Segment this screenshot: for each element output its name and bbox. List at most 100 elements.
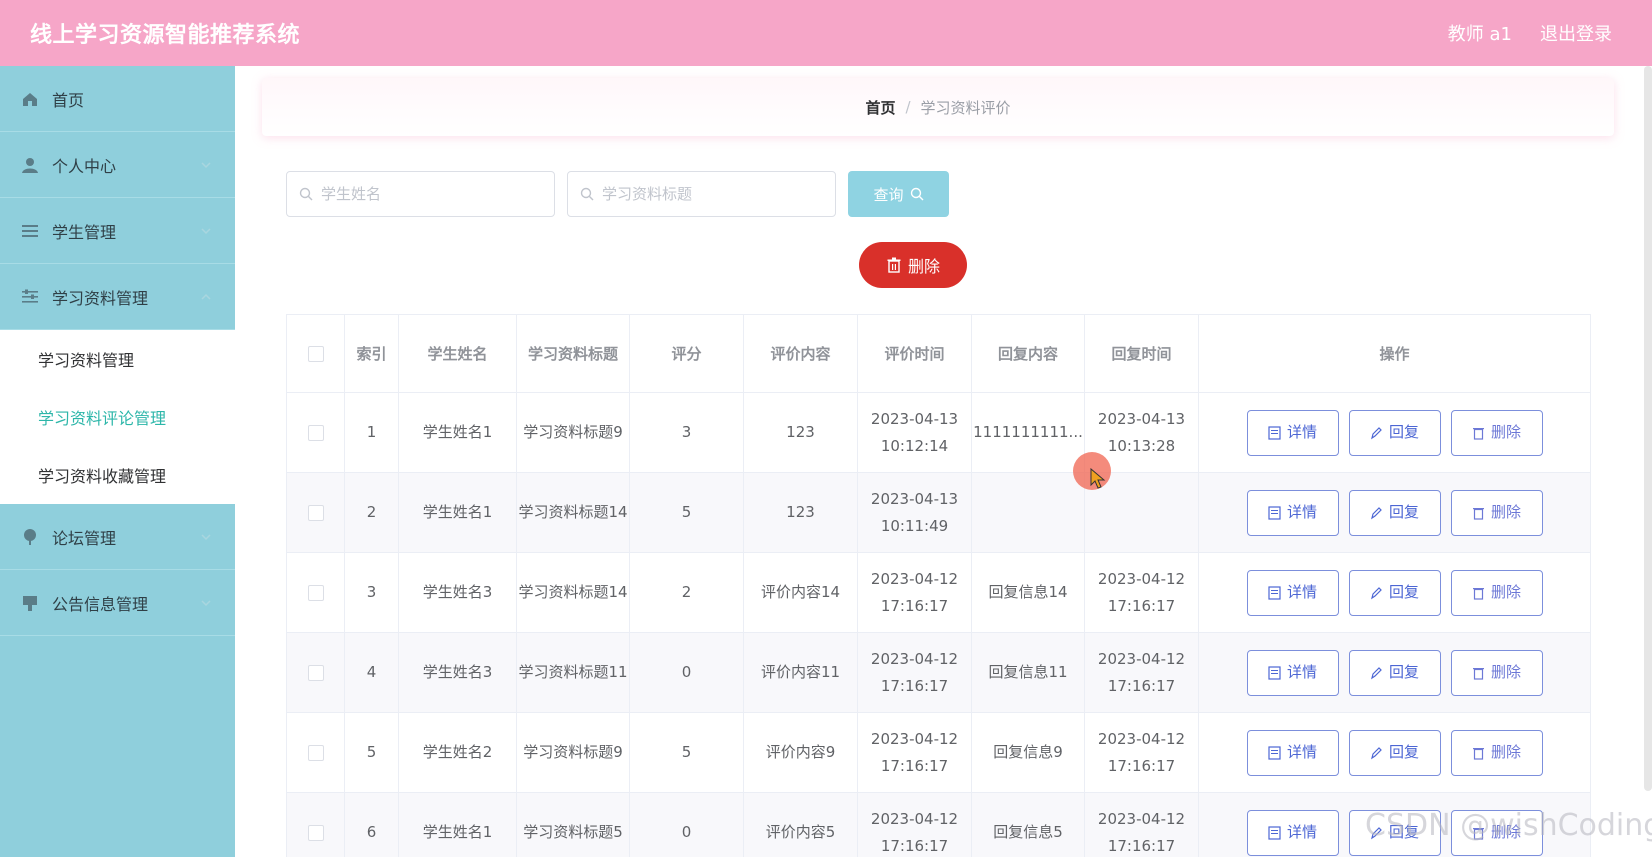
detail-button[interactable]: 详情 xyxy=(1246,649,1339,696)
reply-button[interactable]: 回复 xyxy=(1348,409,1441,456)
sidebar-item-students[interactable]: 学生管理 xyxy=(0,198,235,264)
document-icon xyxy=(1268,745,1281,760)
cell-index: 3 xyxy=(344,552,399,633)
chevron-down-icon xyxy=(201,228,211,235)
sub-item-materials[interactable]: 学习资料管理 xyxy=(0,330,235,388)
reply-button[interactable]: 回复 xyxy=(1348,569,1441,616)
student-name-input[interactable] xyxy=(321,185,541,203)
cell-index: 5 xyxy=(344,712,399,793)
trash-icon xyxy=(1472,507,1484,520)
student-name-search[interactable] xyxy=(286,171,555,217)
sidebar-item-notices[interactable]: 公告信息管理 xyxy=(0,570,235,636)
sub-item-material-comments[interactable]: 学习资料评论管理 xyxy=(0,388,235,446)
reply-label: 回复 xyxy=(1388,583,1419,601)
detail-button[interactable]: 详情 xyxy=(1246,409,1339,456)
cell-reply-time: 2023-04-12 17:16:17 xyxy=(1084,792,1199,857)
column-header: 学习资料标题 xyxy=(516,314,630,393)
select-all-cell[interactable] xyxy=(286,314,345,393)
select-all-checkbox[interactable] xyxy=(307,346,324,362)
cell-score: 5 xyxy=(629,472,744,553)
reply-button[interactable]: 回复 xyxy=(1348,729,1441,776)
table-row: 1 学生姓名1 学习资料标题9 3 123 2023-04-13 10:12:1… xyxy=(286,392,1591,473)
material-title-input[interactable] xyxy=(602,185,822,203)
reply-label: 回复 xyxy=(1388,663,1419,681)
current-user[interactable]: 教师 a1 xyxy=(1448,20,1512,46)
delete-label: 删除 xyxy=(1490,423,1521,441)
row-checkbox[interactable] xyxy=(307,504,324,521)
sidebar-item-materials[interactable]: 学习资料管理 xyxy=(0,264,235,330)
delete-button[interactable]: 删除 xyxy=(1450,569,1543,616)
cell-reply: 回复信息5 xyxy=(971,792,1085,857)
row-checkbox[interactable] xyxy=(307,744,324,761)
sidebar-item-label: 公告信息管理 xyxy=(52,594,149,614)
delete-label: 删除 xyxy=(1490,743,1521,761)
cell-material-title: 学习资料标题14 xyxy=(516,472,630,553)
row-checkbox[interactable] xyxy=(307,424,324,441)
delete-button[interactable]: 删除 xyxy=(1450,729,1543,776)
search-bar: 查询 xyxy=(286,171,949,217)
column-header: 回复内容 xyxy=(971,314,1085,393)
detail-button[interactable]: 详情 xyxy=(1246,569,1339,616)
breadcrumb-current: 学习资料评价 xyxy=(920,98,1011,117)
edit-icon xyxy=(1371,746,1382,759)
page-scrollbar[interactable] xyxy=(1644,66,1652,791)
delete-button[interactable]: 删除 xyxy=(1450,409,1543,456)
material-title-search[interactable] xyxy=(567,171,836,217)
cell-material-title: 学习资料标题5 xyxy=(516,792,630,857)
query-button[interactable]: 查询 xyxy=(848,171,949,217)
detail-label: 详情 xyxy=(1286,583,1317,601)
chevron-down-icon xyxy=(201,600,211,607)
cell-score: 0 xyxy=(629,792,744,857)
cell-student-name: 学生姓名3 xyxy=(398,632,517,713)
cell-index: 6 xyxy=(344,792,399,857)
row-checkbox[interactable] xyxy=(307,824,324,841)
cell-material-title: 学习资料标题9 xyxy=(516,712,630,793)
reply-button[interactable]: 回复 xyxy=(1348,649,1441,696)
chevron-down-icon xyxy=(201,534,211,541)
cell-reply: 回复信息9 xyxy=(971,712,1085,793)
edit-icon xyxy=(1371,666,1382,679)
detail-button[interactable]: 详情 xyxy=(1246,809,1339,856)
cell-reply xyxy=(971,472,1085,553)
detail-button[interactable]: 详情 xyxy=(1246,489,1339,536)
search-icon xyxy=(299,187,313,201)
column-header: 评价时间 xyxy=(857,314,972,393)
delete-button[interactable]: 删除 xyxy=(1450,489,1543,536)
breadcrumb: 首页 / 学习资料评价 xyxy=(262,78,1614,136)
cell-content: 123 xyxy=(743,472,858,553)
trash-icon xyxy=(1472,587,1484,600)
sidebar-item-label: 学习资料管理 xyxy=(52,288,149,308)
cell-reply-time: 2023-04-12 17:16:17 xyxy=(1084,632,1199,713)
delete-button[interactable]: 删除 xyxy=(1450,649,1543,696)
sidebar: 首页 个人中心 学生管理 学习资料管理 学习资料管理 学习资料评论管理 学习资料… xyxy=(0,66,235,857)
table-body: 1 学生姓名1 学习资料标题9 3 123 2023-04-13 10:12:1… xyxy=(286,392,1591,857)
reply-label: 回复 xyxy=(1388,423,1419,441)
cell-material-title: 学习资料标题14 xyxy=(516,552,630,633)
detail-label: 详情 xyxy=(1286,423,1317,441)
cell-student-name: 学生姓名2 xyxy=(398,712,517,793)
breadcrumb-home[interactable]: 首页 xyxy=(865,97,895,118)
row-checkbox[interactable] xyxy=(307,664,324,681)
cell-reply: 回复信息11 xyxy=(971,632,1085,713)
logout-link[interactable]: 退出登录 xyxy=(1540,20,1612,46)
pin-icon xyxy=(20,527,40,547)
sub-item-material-favorites[interactable]: 学习资料收藏管理 xyxy=(0,446,235,504)
sidebar-item-home[interactable]: 首页 xyxy=(0,66,235,132)
column-header: 索引 xyxy=(344,314,399,393)
cell-reply-time: 2023-04-12 17:16:17 xyxy=(1084,712,1199,793)
batch-delete-label: 删除 xyxy=(907,257,940,276)
column-header: 操作 xyxy=(1198,314,1591,393)
edit-icon xyxy=(1371,426,1382,439)
batch-delete-button[interactable]: 删除 xyxy=(859,242,967,288)
reply-button[interactable]: 回复 xyxy=(1348,489,1441,536)
cell-reply: 回复信息14 xyxy=(971,552,1085,633)
document-icon xyxy=(1268,425,1281,440)
row-checkbox[interactable] xyxy=(307,584,324,601)
sidebar-item-personal[interactable]: 个人中心 xyxy=(0,132,235,198)
breadcrumb-separator: / xyxy=(905,98,911,116)
cell-score: 0 xyxy=(629,632,744,713)
sidebar-item-forum[interactable]: 论坛管理 xyxy=(0,504,235,570)
query-button-label: 查询 xyxy=(873,185,904,204)
delete-label: 删除 xyxy=(1490,583,1521,601)
detail-button[interactable]: 详情 xyxy=(1246,729,1339,776)
